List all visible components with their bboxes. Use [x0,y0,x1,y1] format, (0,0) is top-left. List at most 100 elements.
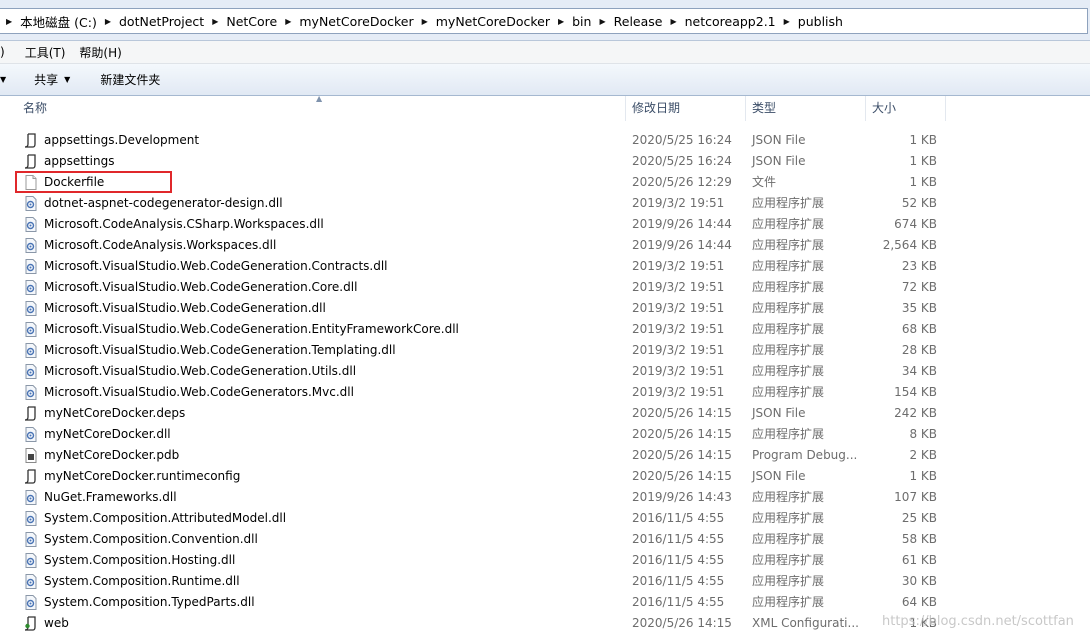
dll-file-icon [24,532,38,547]
file-row[interactable]: dotnet-aspnet-codegenerator-design.dll 20… [0,193,1090,214]
file-size: 25 KB [901,511,937,525]
chevron-down-icon[interactable]: ▼ [0,75,6,84]
menu-item-help[interactable]: 帮助(H) [79,44,129,61]
file-size: 34 KB [901,364,937,378]
share-button[interactable]: 共享 ▼ [34,71,70,88]
breadcrumb-item[interactable]: myNetCoreDocker [434,14,552,29]
file-date: 2019/3/2 19:51 [632,280,725,294]
json-file-icon [24,154,38,169]
file-date: 2020/5/26 14:15 [632,616,732,630]
breadcrumb-item[interactable]: dotNetProject [117,14,206,29]
file-type: 应用程序扩展 [752,364,825,378]
file-name: dotnet-aspnet-codegenerator-design.dll [44,196,283,210]
column-header-size[interactable]: 大小 [866,96,946,121]
file-row[interactable]: Microsoft.CodeAnalysis.Workspaces.dll 201… [0,235,1090,256]
file-row[interactable]: System.Composition.TypedParts.dll 2016/11… [0,592,1090,613]
breadcrumb-separator-icon[interactable]: ▶ [670,17,676,26]
file-size: 1 KB [909,133,937,147]
dll-file-icon [24,511,38,526]
new-folder-button[interactable]: 新建文件夹 [100,71,160,88]
file-size: 64 KB [901,595,937,609]
file-type: 应用程序扩展 [752,385,825,399]
menu-item-tools[interactable]: 工具(T) [19,44,80,61]
file-date: 2020/5/26 14:15 [632,406,732,420]
share-label: 共享 [34,73,59,87]
file-size: 1 KB [909,154,937,168]
breadcrumb-item[interactable]: Release [612,14,665,29]
file-row[interactable]: myNetCoreDocker.deps 2020/5/26 14:15 JSON … [0,403,1090,424]
menu-item-view-partial[interactable]: ) [0,45,19,59]
file-size: 1 KB [909,175,937,189]
file-row[interactable]: Microsoft.VisualStudio.Web.CodeGeneratio… [0,319,1090,340]
file-size: 2 KB [909,448,937,462]
breadcrumb-separator-icon[interactable]: ▶ [212,17,218,26]
file-row[interactable]: Microsoft.VisualStudio.Web.CodeGeneratio… [0,361,1090,382]
file-type: 应用程序扩展 [752,574,825,588]
file-row[interactable]: Microsoft.VisualStudio.Web.CodeGenerator… [0,382,1090,403]
file-row[interactable]: NuGet.Frameworks.dll 2019/9/26 14:43 应用程序扩… [0,487,1090,508]
file-row[interactable]: System.Composition.Convention.dll 2016/11… [0,529,1090,550]
file-type: 应用程序扩展 [752,238,825,252]
file-list: appsettings.Development 2020/5/25 16:24 JS… [0,130,1090,634]
breadcrumb-separator-icon[interactable]: ▶ [422,17,428,26]
file-size: 72 KB [901,280,937,294]
breadcrumb-separator-icon[interactable]: ▶ [784,17,790,26]
breadcrumb-separator-icon[interactable]: ▶ [558,17,564,26]
json-file-icon [24,133,38,148]
file-row[interactable]: Microsoft.CodeAnalysis.CSharp.Workspaces… [0,214,1090,235]
breadcrumb-item[interactable]: NetCore [224,14,279,29]
column-header-type[interactable]: 类型 [746,96,866,121]
file-row[interactable]: Microsoft.VisualStudio.Web.CodeGeneratio… [0,277,1090,298]
column-header-row: ▲ 名称 修改日期 类型 大小 [0,94,1090,121]
column-header-date[interactable]: 修改日期 [626,96,746,121]
file-name: myNetCoreDocker.runtimeconfig [44,469,241,483]
file-name: Microsoft.VisualStudio.Web.CodeGeneratio… [44,301,326,315]
dll-file-icon [24,553,38,568]
file-size: 28 KB [901,343,937,357]
breadcrumb-item[interactable]: bin [570,14,593,29]
breadcrumb-separator-icon[interactable]: ▶ [599,17,605,26]
breadcrumb-item[interactable]: 本地磁盘 (C:) [18,12,99,31]
dll-file-icon [24,343,38,358]
file-date: 2020/5/25 16:24 [632,154,732,168]
breadcrumb-separator-icon[interactable]: ▶ [105,17,111,26]
file-date: 2020/5/26 14:15 [632,448,732,462]
file-type: JSON File [752,406,806,420]
file-row[interactable]: System.Composition.AttributedModel.dll 20… [0,508,1090,529]
breadcrumb[interactable]: ▶ 本地磁盘 (C:) ▶ dotNetProject ▶ NetCore ▶ myNetCo… [0,8,1088,34]
file-row[interactable]: appsettings.Development 2020/5/25 16:24 JS… [0,130,1090,151]
file-row[interactable]: myNetCoreDocker.dll 2020/5/26 14:15 应用程序扩展… [0,424,1090,445]
breadcrumb-item[interactable]: netcoreapp2.1 [683,14,778,29]
breadcrumb-item[interactable]: publish [796,14,845,29]
breadcrumb-item[interactable]: myNetCoreDocker [297,14,415,29]
file-row[interactable]: Microsoft.VisualStudio.Web.CodeGeneratio… [0,340,1090,361]
file-size: 8 KB [909,427,937,441]
file-size: 52 KB [901,196,937,210]
file-name: Microsoft.VisualStudio.Web.CodeGeneratio… [44,322,459,336]
file-date: 2019/3/2 19:51 [632,322,725,336]
highlight-box [15,171,172,193]
file-name: NuGet.Frameworks.dll [44,490,177,504]
file-name: Microsoft.CodeAnalysis.CSharp.Workspaces… [44,217,324,231]
dll-file-icon [24,427,38,442]
file-row[interactable]: System.Composition.Runtime.dll 2016/11/5 … [0,571,1090,592]
breadcrumb-separator-icon[interactable]: ▶ [285,17,291,26]
file-row[interactable]: Microsoft.VisualStudio.Web.CodeGeneratio… [0,298,1090,319]
file-date: 2020/5/26 14:15 [632,469,732,483]
file-size: 674 KB [894,217,937,231]
file-row[interactable]: myNetCoreDocker.runtimeconfig 2020/5/26 1… [0,466,1090,487]
dll-file-icon [24,322,38,337]
file-size: 154 KB [894,385,937,399]
file-type: JSON File [752,154,806,168]
file-row[interactable]: appsettings 2020/5/25 16:24 JSON File 1 KB [0,151,1090,172]
file-size: 2,564 KB [882,238,937,252]
menu-bar: ) 工具(T) 帮助(H) [0,41,1090,64]
file-row[interactable]: myNetCoreDocker.pdb 2020/5/26 14:15 Progra… [0,445,1090,466]
file-name: Microsoft.VisualStudio.Web.CodeGeneratio… [44,259,388,273]
file-row[interactable]: System.Composition.Hosting.dll 2016/11/5 … [0,550,1090,571]
breadcrumb-separator-icon[interactable]: ▶ [6,17,12,26]
file-date: 2019/9/26 14:43 [632,490,732,504]
file-row[interactable]: Microsoft.VisualStudio.Web.CodeGeneratio… [0,256,1090,277]
column-header-name[interactable]: 名称 [17,96,626,121]
watermark: https://blog.csdn.net/scottfan [882,614,1074,629]
